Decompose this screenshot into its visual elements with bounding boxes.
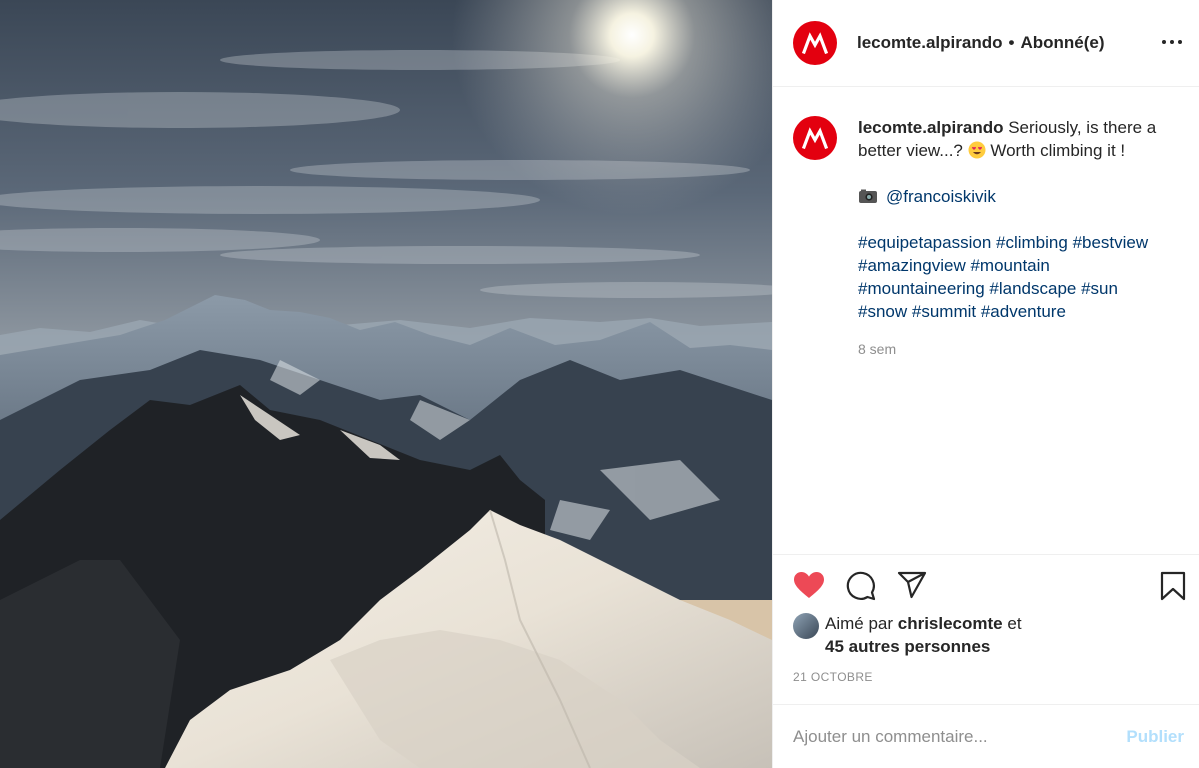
post-date[interactable]: 21 OCTOBRE xyxy=(793,670,873,684)
bookmark-icon xyxy=(1160,571,1186,601)
header-separator: • xyxy=(1008,33,1015,52)
hashtag-link[interactable]: #amazingview xyxy=(858,256,966,275)
likes-prefix: Aimé par xyxy=(825,614,898,633)
hashtag-link[interactable]: #summit xyxy=(912,302,976,321)
caption-text: lecomte.alpirando Seriously, is there a … xyxy=(858,116,1188,361)
more-options-icon[interactable] xyxy=(1158,30,1186,54)
caption-text-2: better view...? xyxy=(858,141,968,160)
publish-button[interactable]: Publier xyxy=(1126,727,1184,747)
hashtag-link[interactable]: #equipetapassion xyxy=(858,233,991,252)
post-actions-area: Aimé par chrislecomte et 45 autres perso… xyxy=(773,554,1199,714)
save-button[interactable] xyxy=(1160,571,1186,601)
comment-input[interactable] xyxy=(793,726,1127,747)
caption-block: lecomte.alpirando Seriously, is there a … xyxy=(793,116,1193,361)
comment-icon xyxy=(846,571,876,601)
instagram-post: lecomte.alpirando • Abonné(e) lecomte.alpi… xyxy=(0,0,1199,768)
alpirando-logo-icon xyxy=(802,127,828,149)
hashtag-link[interactable]: #adventure xyxy=(981,302,1066,321)
post-photo[interactable] xyxy=(0,0,772,768)
hashtag-link[interactable]: #mountaineering xyxy=(858,279,985,298)
mountain-photo xyxy=(0,0,772,768)
author-username[interactable]: lecomte.alpirando xyxy=(857,33,1002,52)
caption-timestamp[interactable]: 8 sem xyxy=(858,338,1188,361)
like-button[interactable] xyxy=(793,571,825,599)
caption-text-1: Seriously, is there a xyxy=(1003,118,1157,137)
likes-summary: Aimé par chrislecomte et 45 autres perso… xyxy=(793,612,1022,658)
liker-avatar[interactable] xyxy=(793,613,819,639)
post-side-panel: lecomte.alpirando • Abonné(e) lecomte.alpi… xyxy=(772,0,1199,768)
hashtag-link[interactable]: #climbing xyxy=(996,233,1068,252)
heart-eyes-emoji-icon xyxy=(968,141,986,159)
share-button[interactable] xyxy=(897,571,927,599)
likes-others-link[interactable]: 45 autres personnes xyxy=(825,637,990,656)
hashtag-link[interactable]: #sun xyxy=(1081,279,1118,298)
hashtag-link[interactable]: #bestview xyxy=(1073,233,1149,252)
comment-button[interactable] xyxy=(846,571,876,601)
heart-filled-icon xyxy=(794,572,824,598)
hashtag-link[interactable]: #mountain xyxy=(970,256,1049,275)
mention-link[interactable]: @francoiskivik xyxy=(886,187,996,206)
comment-bar: Publier xyxy=(773,704,1199,768)
header-name-line: lecomte.alpirando • Abonné(e) xyxy=(857,33,1104,53)
post-header: lecomte.alpirando • Abonné(e) xyxy=(773,0,1199,87)
likes-text: Aimé par chrislecomte et 45 autres perso… xyxy=(825,612,1022,658)
author-avatar[interactable] xyxy=(793,21,837,65)
hashtag-link[interactable]: #landscape xyxy=(989,279,1076,298)
liker-username[interactable]: chrislecomte xyxy=(898,614,1003,633)
hashtag-link[interactable]: #snow xyxy=(858,302,907,321)
camera-icon xyxy=(859,189,877,203)
share-paper-plane-icon xyxy=(897,571,927,599)
likes-middle: et xyxy=(1002,614,1022,633)
caption-text-3: Worth climbing it ! xyxy=(985,141,1126,160)
caption-username[interactable]: lecomte.alpirando xyxy=(858,118,1003,137)
follow-status-button[interactable]: Abonné(e) xyxy=(1020,33,1104,52)
alpirando-logo-icon xyxy=(802,32,828,54)
caption-author-avatar[interactable] xyxy=(793,116,837,160)
